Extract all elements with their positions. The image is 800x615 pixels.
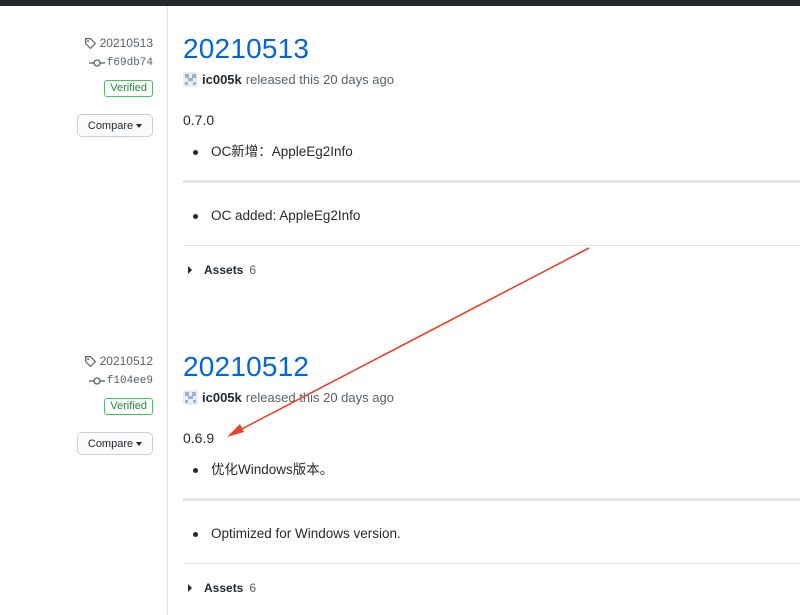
commit-link[interactable]: f69db74	[88, 57, 153, 69]
compare-button[interactable]: Compare	[77, 432, 153, 455]
list-item: 优化Windows版本。	[183, 460, 333, 480]
browser-top-bar	[0, 0, 800, 6]
release-notes-cn: 优化Windows版本。	[183, 460, 333, 480]
assets-label: Assets	[204, 263, 244, 277]
assets-count: 6	[249, 263, 257, 277]
compare-button-label: Compare	[87, 119, 134, 132]
caret-down-icon	[136, 441, 143, 446]
list-item: OC新增：AppleEg2Info	[183, 142, 353, 162]
tag-name: 20210513	[99, 36, 153, 50]
assets-divider	[183, 563, 800, 564]
release-byline: ic005k released this 20 days ago	[183, 72, 394, 87]
tag-icon	[84, 355, 96, 367]
list-item: OC added: AppleEg2Info	[183, 206, 360, 226]
timeline-divider	[167, 6, 168, 615]
tag-link[interactable]: 20210512	[84, 354, 153, 368]
release-notes-en: Optimized for Windows version.	[183, 524, 401, 544]
commit-icon	[88, 59, 105, 67]
compare-button[interactable]: Compare	[77, 114, 153, 137]
avatar-icon[interactable]	[183, 72, 198, 87]
assets-count: 6	[249, 581, 257, 595]
assets-label: Assets	[204, 581, 244, 595]
release-time-text: released this 20 days ago	[245, 390, 394, 405]
release-version: 0.7.0	[183, 112, 215, 128]
compare-button-label: Compare	[87, 437, 134, 450]
caret-down-icon	[136, 123, 143, 128]
verified-badge[interactable]: Verified	[104, 398, 153, 415]
release-title[interactable]: 20210513	[183, 32, 309, 66]
notes-divider	[183, 180, 800, 183]
release-notes-cn: OC新增：AppleEg2Info	[183, 142, 353, 162]
author-link[interactable]: ic005k	[202, 390, 242, 405]
release-version: 0.6.9	[183, 430, 215, 446]
tag-icon	[84, 37, 96, 49]
release-title[interactable]: 20210512	[183, 350, 309, 384]
tag-name: 20210512	[99, 354, 153, 368]
avatar-icon[interactable]	[183, 390, 198, 405]
verified-badge[interactable]: Verified	[104, 80, 153, 97]
release-time-text: released this 20 days ago	[245, 72, 394, 87]
notes-divider	[183, 498, 800, 501]
triangle-right-icon	[188, 584, 192, 592]
assets-toggle[interactable]: Assets 6	[183, 581, 256, 595]
list-item: Optimized for Windows version.	[183, 524, 401, 544]
tag-link[interactable]: 20210513	[84, 36, 153, 50]
assets-divider	[183, 245, 800, 246]
commit-hash: f69db74	[106, 57, 153, 69]
commit-link[interactable]: f104ee9	[88, 375, 153, 387]
release-byline: ic005k released this 20 days ago	[183, 390, 394, 405]
commit-hash: f104ee9	[106, 375, 153, 387]
assets-toggle[interactable]: Assets 6	[183, 263, 256, 277]
commit-icon	[88, 377, 105, 385]
release-notes-en: OC added: AppleEg2Info	[183, 206, 360, 226]
author-link[interactable]: ic005k	[202, 72, 242, 87]
triangle-right-icon	[188, 266, 192, 274]
